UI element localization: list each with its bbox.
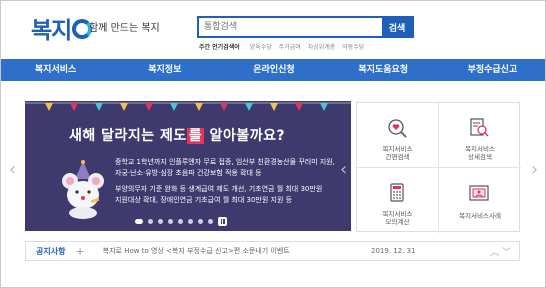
heart-search-icon	[388, 119, 407, 138]
notice-label[interactable]: 공지사항	[36, 246, 65, 257]
nav-item-welfare-info[interactable]: 복지정보	[110, 59, 219, 81]
banner-title: 새해 달라지는 제도 를 알아볼까요?	[69, 125, 285, 145]
site-logo[interactable]: 복지	[31, 11, 93, 45]
popular-keywords: 주간 인기검색어 양육수당 주거급여 차상위계층 아동수당	[199, 42, 369, 51]
quick-item-detail-search[interactable]: 복지서비스 상세검색	[439, 103, 521, 168]
notice-title[interactable]: 복지로 How to 영상 <복지 부정수급 신고>편 소문내기 이벤트	[103, 246, 290, 256]
document-search-icon	[470, 118, 489, 137]
banner-line: 지원대상 확대, 장애인연금 기초급여 월 최대 30만원 지원 등	[115, 196, 293, 204]
quick-next-icon[interactable]: ›	[531, 159, 538, 180]
slide-dot[interactable]	[158, 219, 163, 224]
banner-line: 부양의무자 기준 완화 등 생계급여 제도 개선, 기초연금 월 최대 30만원	[115, 185, 323, 193]
search-box: 검색	[197, 16, 414, 38]
slide-dot[interactable]	[135, 219, 143, 224]
popular-keyword[interactable]: 양육수당	[250, 44, 272, 51]
quick-item-line1: 복지서비스	[382, 210, 413, 218]
quick-item-simple-search[interactable]: 복지서비스 간편검색	[357, 103, 439, 168]
slide-indicators	[135, 217, 227, 226]
nav-item-welfare-services[interactable]: 복지서비스	[1, 59, 110, 81]
popular-keyword[interactable]: 아동수당	[342, 44, 364, 51]
quick-item-calculator[interactable]: 복지서비스 모의계산	[357, 168, 439, 233]
slide-dot[interactable]	[168, 219, 173, 224]
calculator-icon	[390, 183, 404, 202]
banner-line: 중학교 1학년까지 인플루엔자 무료 접종, 임산부 친환경농산물 꾸러미 지원…	[115, 158, 335, 166]
pause-icon[interactable]	[218, 217, 227, 226]
chevron-up-icon[interactable]: ︿	[490, 248, 499, 258]
chevron-down-icon[interactable]: ﹀	[502, 248, 511, 258]
notice-bar: 공지사항 + 복지로 How to 영상 <복지 부정수급 신고>편 소문내기 …	[25, 241, 520, 261]
quick-item-cases[interactable]: 복지서비스사례	[439, 168, 521, 233]
popular-label: 주간 인기검색어	[199, 44, 240, 51]
banner-prev-icon[interactable]: ‹	[9, 159, 16, 180]
slide-dot[interactable]	[208, 219, 213, 224]
slide-dot[interactable]	[188, 219, 193, 224]
notice-more-icon[interactable]: +	[75, 245, 84, 258]
nav-item-help-request[interactable]: 복지도움요청	[329, 59, 438, 81]
banner-title-highlight: 를	[186, 128, 205, 144]
nav-item-fraud-report[interactable]: 부정수급신고	[438, 59, 545, 81]
quick-item-line1: 복지서비스	[465, 145, 495, 153]
pennant-garland-icon	[25, 102, 351, 111]
quick-item-line1: 복지서비스	[382, 145, 413, 153]
notice-nav-controls: ︿ ﹀	[490, 245, 511, 258]
case-image-icon	[469, 185, 489, 201]
quick-menu: 복지서비스 간편검색 복지서비스 상세검색 복지서비스 모의계산 복지서비스사례	[356, 102, 521, 233]
quick-item-line2: 간편검색	[385, 153, 410, 161]
search-button[interactable]: 검색	[382, 18, 412, 36]
page: 복지 함께 만드는 복지 검색 주간 인기검색어 양육수당 주거급여 차상위계층…	[0, 0, 546, 288]
popular-keyword[interactable]: 차상위계층	[308, 44, 336, 51]
banner-title-pre: 새해 달라지는 제도	[69, 128, 187, 144]
banner-line: 자궁·난소·유방·심장 초음파 건강보험 적용 확대 등	[115, 169, 262, 177]
slide-dot[interactable]	[198, 219, 203, 224]
logo-text: 복지	[31, 18, 72, 44]
main-banner[interactable]: 새해 달라지는 제도 를 알아볼까요? 중학교 1학년까지 인플루엔자 무료 접종…	[25, 101, 351, 231]
quick-prev-icon[interactable]: ‹	[340, 159, 347, 180]
popular-keyword[interactable]: 주거급여	[279, 44, 301, 51]
slogan: 함께 만드는 복지	[89, 23, 160, 34]
slide-dot[interactable]	[148, 219, 153, 224]
banner-title-post: 알아볼까요?	[204, 128, 286, 144]
slide-dot[interactable]	[178, 219, 183, 224]
search-input[interactable]	[199, 18, 382, 36]
notice-date: 2019. 12. 31	[371, 247, 416, 255]
quick-item-line2: 상세검색	[468, 153, 492, 161]
nav-item-online-application[interactable]: 온라인신청	[219, 59, 328, 81]
mouse-mascot-icon	[62, 160, 104, 219]
main-nav: 복지서비스 복지정보 온라인신청 복지도움요청 부정수급신고	[1, 59, 545, 81]
quick-item-line2: 모의계산	[385, 218, 410, 226]
quick-item-line1: 복지서비스사례	[459, 212, 501, 220]
